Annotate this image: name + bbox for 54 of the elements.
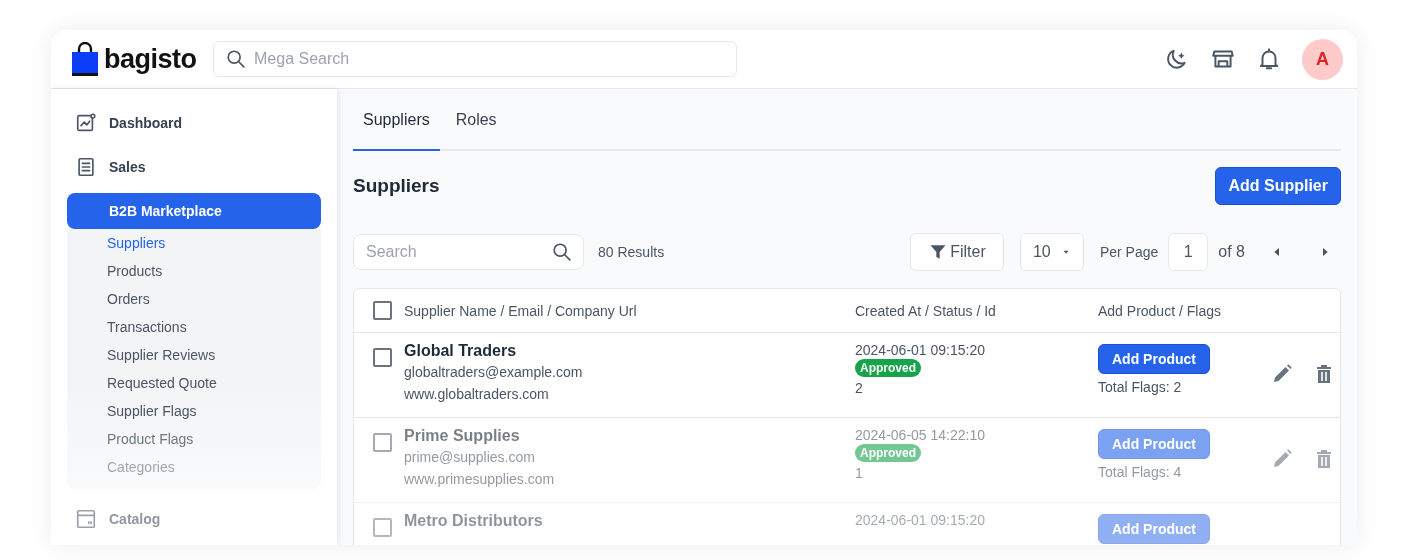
column-header: Created At / Status / Id: [855, 302, 997, 319]
sidebar-item[interactable]: Dashboard: [67, 105, 321, 141]
per-page-label: Per Page: [1099, 244, 1159, 260]
company-url: www.globaltraders.com: [404, 385, 549, 404]
add-supplier-button[interactable]: Add Supplier: [1215, 167, 1341, 205]
search-field[interactable]: Mega Search: [213, 41, 737, 77]
page-total: of 8: [1218, 243, 1245, 261]
flags-count: Total Flags: 2: [1098, 378, 1182, 397]
supplier-id: 1: [855, 464, 863, 483]
supplier-email: prime@supplies.com: [404, 448, 535, 467]
catalog-icon[interactable]: [75, 508, 97, 530]
page-title: Suppliers: [353, 175, 440, 197]
submenu-item[interactable]: Requested Quote: [67, 369, 321, 397]
results-count: 80 Results: [598, 244, 665, 260]
checkbox[interactable]: [373, 518, 392, 537]
search-icon[interactable]: [551, 241, 573, 263]
filter-button[interactable]: Filter: [909, 233, 1004, 271]
supplier-name: Prime Supplies: [404, 426, 520, 446]
submenu-item[interactable]: Product Flags: [67, 425, 321, 453]
status-badge: Approved: [855, 444, 921, 462]
supplier-name: Metro Distributors: [404, 511, 543, 531]
column-header: Supplier Name / Email / Company Url: [404, 302, 637, 319]
flags-count: Total Flags: 4: [1098, 463, 1182, 482]
checkbox[interactable]: [373, 348, 392, 367]
checkbox[interactable]: [373, 301, 392, 320]
add-product-button[interactable]: Add Product: [1098, 344, 1210, 374]
tab[interactable]: Roles: [445, 91, 507, 151]
supplier-email: globaltraders@example.com: [404, 363, 583, 382]
column-header: Add Product / Flags: [1098, 302, 1222, 319]
page-input[interactable]: 1: [1168, 233, 1209, 271]
logo-text[interactable]: bagisto: [104, 43, 197, 75]
search-field[interactable]: Search: [353, 234, 584, 270]
submenu-item[interactable]: Orders: [67, 285, 321, 313]
shopping-bag-icon: [72, 42, 98, 76]
company-url: www.primesupplies.com: [404, 470, 555, 489]
submenu-item[interactable]: Supplier Flags: [67, 397, 321, 425]
status-badge: Approved: [855, 359, 921, 377]
created-at: 2024-06-01 09:15:20: [855, 341, 985, 359]
submenu-item[interactable]: Transactions: [67, 313, 321, 341]
checkbox[interactable]: [373, 433, 392, 452]
submenu-item[interactable]: Supplier Reviews: [67, 341, 321, 369]
created-at: 2024-06-05 14:22:10: [855, 426, 985, 444]
search-icon[interactable]: [225, 48, 247, 70]
dashboard-icon[interactable]: [75, 112, 97, 134]
sidebar-item[interactable]: Sales: [67, 149, 321, 185]
submenu-item[interactable]: Suppliers: [67, 229, 321, 257]
submenu-item[interactable]: Products: [67, 257, 321, 285]
sales-icon[interactable]: [75, 156, 97, 178]
sidebar-item[interactable]: B2B Marketplace: [67, 193, 321, 229]
per-page-dropdown[interactable]: 10: [1019, 233, 1084, 271]
created-at: 2024-06-01 09:15:20: [855, 511, 985, 529]
supplier-id: 2: [855, 379, 863, 398]
supplier-name: Global Traders: [404, 341, 517, 361]
tab[interactable]: Suppliers: [353, 91, 440, 151]
